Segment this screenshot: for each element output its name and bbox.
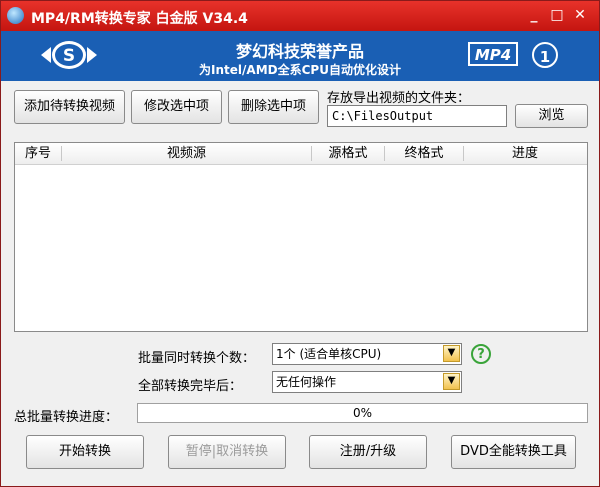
column-progress[interactable]: 进度 — [464, 143, 586, 164]
progress-text: 0% — [352, 406, 373, 420]
register-upgrade-button[interactable]: 注册/升级 — [309, 435, 427, 469]
column-source[interactable]: 视频源 — [62, 143, 311, 164]
column-target-format[interactable]: 终格式 — [385, 143, 463, 164]
close-button[interactable]: ✕ — [570, 6, 590, 24]
modify-selected-button[interactable]: 修改选中项 — [131, 90, 222, 124]
app-icon — [7, 7, 24, 24]
chevron-down-icon[interactable]: ▼ — [443, 373, 460, 390]
after-complete-label: 全部转换完毕后： — [138, 379, 243, 394]
pause-cancel-button[interactable]: 暂停|取消转换 — [168, 435, 286, 469]
mp4-badge: MP4 — [468, 42, 518, 66]
number-badge: 1 — [532, 42, 558, 68]
column-index[interactable]: 序号 — [15, 143, 61, 164]
video-list[interactable]: 序号 视频源 源格式 终格式 进度 — [14, 142, 588, 332]
window-title: MP4/RM转换专家 白金版 V34.4 — [31, 11, 248, 27]
title-bar[interactable]: MP4/RM转换专家 白金版 V34.4 _ □ ✕ — [1, 1, 599, 31]
column-source-format[interactable]: 源格式 — [312, 143, 384, 164]
concurrent-value: 1个 (适合单核CPU) — [276, 347, 382, 361]
delete-selected-button[interactable]: 删除选中项 — [228, 90, 319, 124]
output-folder-label: 存放导出视频的文件夹： — [327, 91, 471, 106]
dvd-tool-button[interactable]: DVD全能转换工具 — [451, 435, 576, 469]
list-header: 序号 视频源 源格式 终格式 进度 — [15, 143, 587, 165]
total-progress-bar: 0% — [137, 403, 588, 423]
browse-button[interactable]: 浏览 — [515, 104, 588, 128]
after-complete-select[interactable]: 无任何操作 ▼ — [272, 371, 462, 393]
banner: S 梦幻科技荣誉产品 为Intel/AMD全系CPU自动优化设计 MP4 1 — [1, 31, 599, 81]
maximize-button[interactable]: □ — [547, 6, 567, 24]
total-progress-label: 总批量转换进度： — [14, 410, 119, 425]
concurrent-select[interactable]: 1个 (适合单核CPU) ▼ — [272, 343, 462, 365]
output-folder-input[interactable]: C:\FilesOutput — [327, 105, 507, 127]
main-window: MP4/RM转换专家 白金版 V34.4 _ □ ✕ S 梦幻科技荣誉产品 为I… — [0, 0, 600, 487]
concurrent-label: 批量同时转换个数： — [138, 351, 256, 366]
minimize-button[interactable]: _ — [524, 6, 544, 24]
help-icon[interactable]: ? — [471, 344, 491, 364]
after-complete-value: 无任何操作 — [276, 375, 337, 389]
chevron-down-icon[interactable]: ▼ — [443, 345, 460, 362]
add-video-button[interactable]: 添加待转换视频 — [14, 90, 125, 124]
start-convert-button[interactable]: 开始转换 — [26, 435, 144, 469]
